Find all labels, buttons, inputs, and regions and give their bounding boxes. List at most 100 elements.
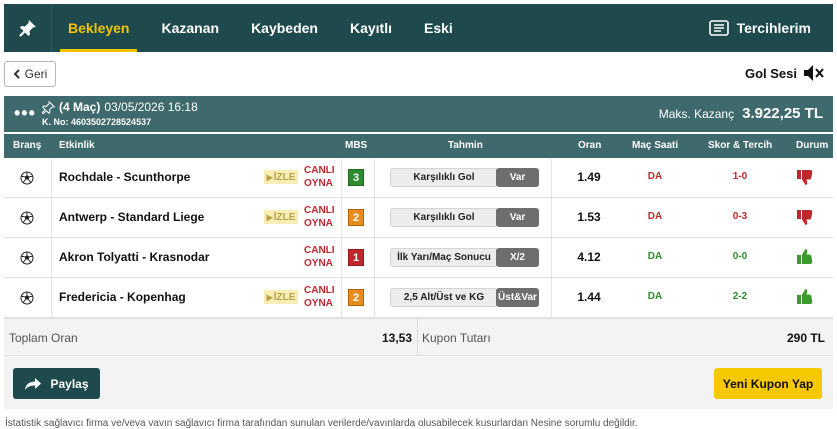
col-etkinlik: Etkinlik [59,140,95,151]
share-icon [25,377,42,390]
prediction-market: İlk Yarı/Maç Sonucu [390,248,498,267]
live-play-link[interactable]: CANLI OYNA [304,204,335,230]
kupon-tutari-value: 290 TL [786,331,825,345]
watch-label: İZLE [273,211,296,223]
table-row: Rochdale - Scunthorpe ▶ İZLE CANLI OYNA 3 Karş… [4,158,833,198]
play-icon: ▶ [266,172,273,182]
prediction-selection: Üst&Var [496,288,539,307]
back-button[interactable]: Geri [4,61,56,87]
live-play-link[interactable]: CANLI OYNA [304,244,335,270]
gol-sesi-label: Gol Sesi [744,65,797,81]
play-icon: ▶ [266,212,273,222]
new-coupon-button[interactable]: Yeni Kupon Yap [714,368,822,399]
tab-kazanan[interactable]: Kazanan [145,4,235,52]
pin-button[interactable] [4,4,52,52]
event-name[interactable]: Antwerp - Standard Liege [59,210,204,224]
play-icon: ▶ [266,292,273,302]
coupon-datetime: 03/05/2026 16:18 [104,100,198,114]
watch-label: İZLE [273,171,296,183]
play-label: OYNA [304,298,333,309]
actions-bar: Paylaş Yeni Kupon Yap [4,357,833,409]
col-brans: Branş [13,140,42,151]
football-icon [20,251,34,270]
match-time: DA [647,211,663,222]
preferences-button[interactable]: Tercihlerim [708,20,833,36]
pin-icon [19,20,36,37]
share-button[interactable]: Paylaş [13,368,100,399]
top-nav: Bekleyen Kazanan Kaybeden Kayıtlı Eski T… [4,4,833,52]
prediction-market: Karşılıklı Gol [390,168,498,187]
prediction-selection: X/2 [496,248,539,267]
disclaimer: İstatistik sağlavıcı firma ve/veva vavın… [5,418,638,429]
tab-kaybeden[interactable]: Kaybeden [235,4,334,52]
event-name[interactable]: Akron Tolyatti - Krasnodar [59,250,209,264]
odds-value: 1.44 [577,290,601,304]
watch-label: İZLE [273,291,296,303]
col-mbs: MBS [345,140,368,151]
thumbs-up-icon [796,248,814,271]
prediction-market: Karşılıklı Gol [390,208,498,227]
prediction-selection: Var [496,208,539,227]
table-row: Fredericia - Kopenhag ▶ İZLE CANLI OYNA 2 2,5 … [4,278,833,318]
tab-kayitli[interactable]: Kayıtlı [334,4,408,52]
col-tahmin: Tahmin [448,140,483,151]
watch-button[interactable]: ▶ İZLE [264,210,298,224]
table-header: Branş Etkinlik MBS Tahmin Oran Maç Saati… [4,134,833,158]
max-win-value: 3.922,25 TL [742,105,823,122]
back-label: Geri [24,67,48,81]
match-time: DA [647,291,663,302]
score: 2-2 [732,291,748,302]
col-mac-saati: Maç Saati [632,140,679,151]
mbs-badge: 2 [348,289,364,306]
tab-bekleyen[interactable]: Bekleyen [52,4,145,52]
match-time: DA [647,171,663,182]
event-name[interactable]: Rochdale - Scunthorpe [59,170,190,184]
match-time: DA [647,251,663,262]
football-icon [20,291,34,310]
watch-button[interactable]: ▶ İZLE [264,170,298,184]
pin-outline-icon[interactable] [42,100,55,114]
prediction-selection: Var [496,168,539,187]
thumbs-down-icon [796,168,814,191]
live-label: CANLI [304,205,335,216]
watch-button[interactable]: ▶ İZLE [264,290,298,304]
play-label: OYNA [304,178,333,189]
kupon-tutari-label: Kupon Tutarı [422,331,491,345]
sound-muted-icon [804,65,824,81]
play-label: OYNA [304,218,333,229]
event-name[interactable]: Fredericia - Kopenhag [59,290,186,304]
live-play-link[interactable]: CANLI OYNA [304,284,335,310]
toplam-oran-label: Toplam Oran [9,331,78,345]
football-icon [20,171,34,190]
live-play-link[interactable]: CANLI OYNA [304,164,335,190]
max-win: Maks. Kazanç 3.922,25 TL [659,105,823,122]
prediction-market: 2,5 Alt/Üst ve KG [390,288,498,307]
mbs-badge: 3 [348,169,364,186]
thumbs-down-icon [796,208,814,231]
col-oran: Oran [578,140,602,151]
live-label: CANLI [304,285,335,296]
thumbs-up-icon [796,288,814,311]
score: 0-3 [732,211,748,222]
mbs-badge: 1 [348,249,364,266]
coupon-header: ••• (4 Maç) 03/05/2026 16:18 K. No: 4603… [4,96,833,132]
share-label: Paylaş [50,376,89,391]
odds-value: 4.12 [577,250,601,264]
totals-bar: Toplam Oran 13,53 Kupon Tutarı 290 TL [4,318,833,356]
max-win-label: Maks. Kazanç [658,107,735,121]
table-row: Akron Tolyatti - Krasnodar CANLI OYNA 1 İlk … [4,238,833,278]
preferences-icon [708,20,729,36]
score: 0-0 [732,251,748,262]
table-row: Antwerp - Standard Liege ▶ İZLE CANLI OYNA 2 K… [4,198,833,238]
match-count: (4 Maç) [59,100,101,114]
mbs-badge: 2 [348,209,364,226]
tab-eski[interactable]: Eski [408,4,469,52]
coupon-info: (4 Maç) 03/05/2026 16:18 [42,100,198,114]
more-options-icon[interactable]: ••• [14,104,36,122]
preferences-label: Tercihlerim [736,20,811,36]
score: 1-0 [732,171,748,182]
gol-sesi-toggle[interactable]: Gol Sesi [745,64,825,82]
odds-value: 1.53 [577,210,601,224]
toplam-oran-value: 13,53 [381,331,412,345]
live-label: CANLI [304,165,335,176]
